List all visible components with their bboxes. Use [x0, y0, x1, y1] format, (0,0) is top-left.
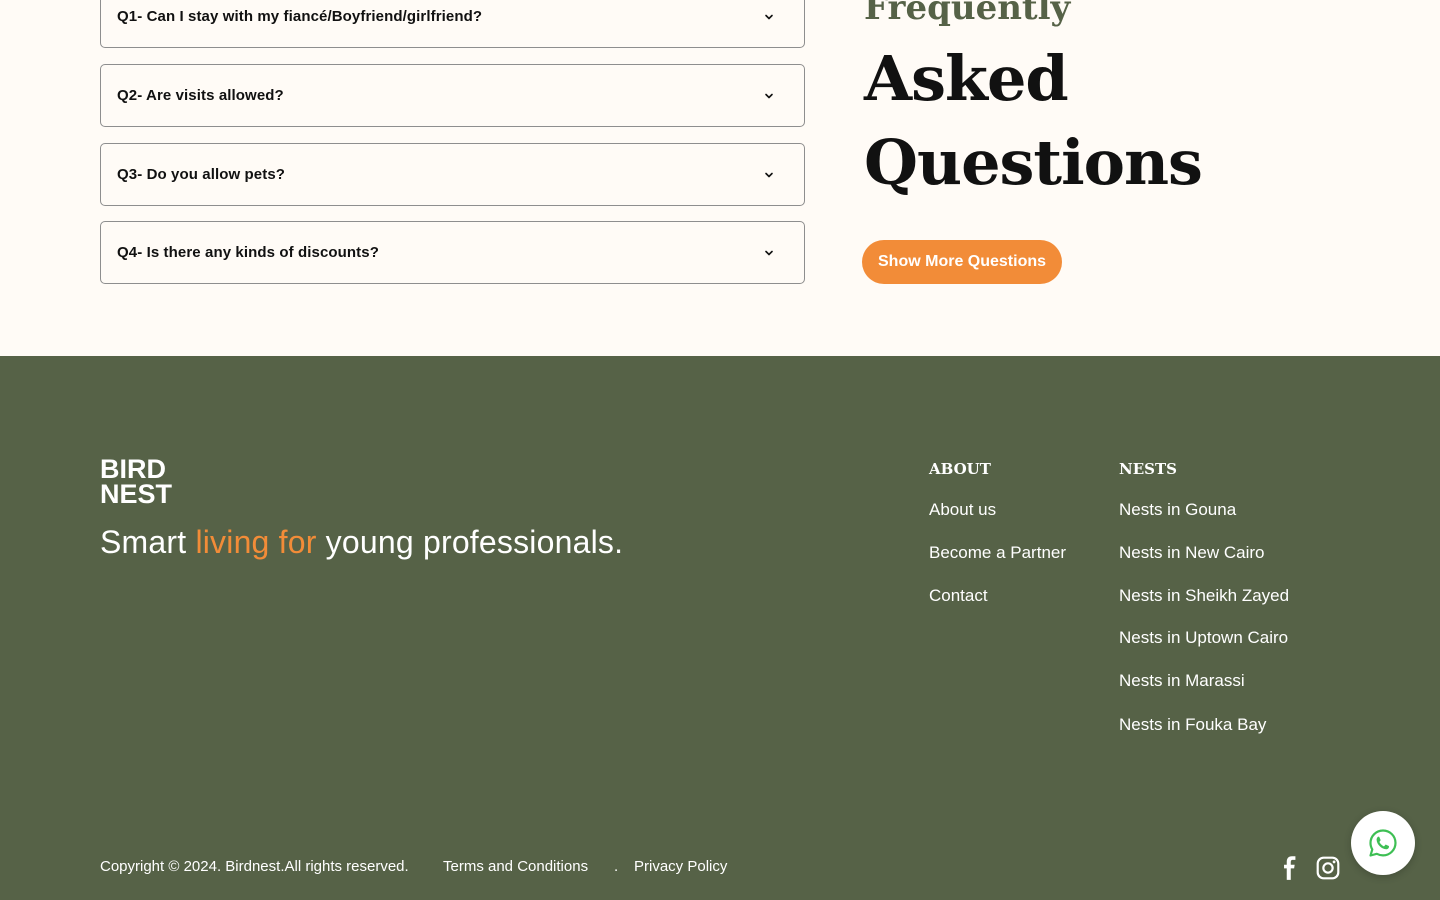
- logo-line-2: NEST: [100, 479, 173, 509]
- faq-section: Q1- Can I stay with my fiancé/Boyfriend/…: [0, 0, 1440, 356]
- faq-item-3[interactable]: Q3- Do you allow pets?: [100, 143, 805, 206]
- faq-question: Q1- Can I stay with my fiancé/Boyfriend/…: [117, 8, 483, 25]
- about-us-link[interactable]: About us: [929, 500, 996, 520]
- nests-new-cairo-link[interactable]: Nests in New Cairo: [1119, 543, 1265, 563]
- tagline: Smart living for young professionals.: [100, 524, 623, 561]
- nests-uptown-cairo-link[interactable]: Nests in Uptown Cairo: [1119, 628, 1288, 648]
- faq-question: Q3- Do you allow pets?: [117, 166, 286, 183]
- contact-link[interactable]: Contact: [929, 586, 988, 606]
- terms-link[interactable]: Terms and Conditions: [443, 858, 588, 875]
- faq-question: Q2- Are visits allowed?: [117, 87, 284, 104]
- show-more-questions-button[interactable]: Show More Questions: [862, 240, 1063, 284]
- birdnest-logo[interactable]: BIRD NEST: [100, 456, 180, 508]
- tagline-part-2: young professionals.: [316, 524, 624, 560]
- faq-title-line-2: Asked: [864, 42, 1069, 115]
- nests-sheikh-zayed-link[interactable]: Nests in Sheikh Zayed: [1119, 586, 1289, 606]
- footer: BIRD NEST Smart living for young profess…: [0, 356, 1440, 900]
- chevron-down-icon: [762, 168, 776, 182]
- whatsapp-icon[interactable]: [1351, 811, 1415, 875]
- become-partner-link[interactable]: Become a Partner: [929, 543, 1066, 563]
- copyright-text: Copyright © 2024. Birdnest.All rights re…: [100, 858, 409, 875]
- nests-heading: NESTS: [1119, 460, 1177, 478]
- link-separator: .: [614, 858, 619, 875]
- facebook-icon[interactable]: [1275, 853, 1305, 883]
- chevron-down-icon: [762, 89, 776, 103]
- chevron-down-icon: [762, 246, 776, 260]
- faq-item-2[interactable]: Q2- Are visits allowed?: [100, 64, 805, 127]
- privacy-link[interactable]: Privacy Policy: [634, 858, 727, 875]
- chevron-down-icon: [762, 10, 776, 24]
- faq-item-1[interactable]: Q1- Can I stay with my fiancé/Boyfriend/…: [100, 0, 805, 48]
- tagline-accent: living for: [195, 524, 317, 560]
- faq-question: Q4- Is there any kinds of discounts?: [117, 244, 379, 261]
- faq-item-4[interactable]: Q4- Is there any kinds of discounts?: [100, 221, 805, 284]
- nests-gouna-link[interactable]: Nests in Gouna: [1119, 500, 1236, 520]
- tagline-part-1: Smart: [100, 524, 196, 560]
- faq-title-line-3: Questions: [864, 126, 1203, 199]
- nests-marassi-link[interactable]: Nests in Marassi: [1119, 671, 1245, 691]
- instagram-icon[interactable]: [1313, 853, 1343, 883]
- faq-title-line-1: Frequently: [864, 0, 1071, 28]
- nests-fouka-bay-link[interactable]: Nests in Fouka Bay: [1119, 715, 1266, 735]
- about-heading: ABOUT: [929, 460, 991, 478]
